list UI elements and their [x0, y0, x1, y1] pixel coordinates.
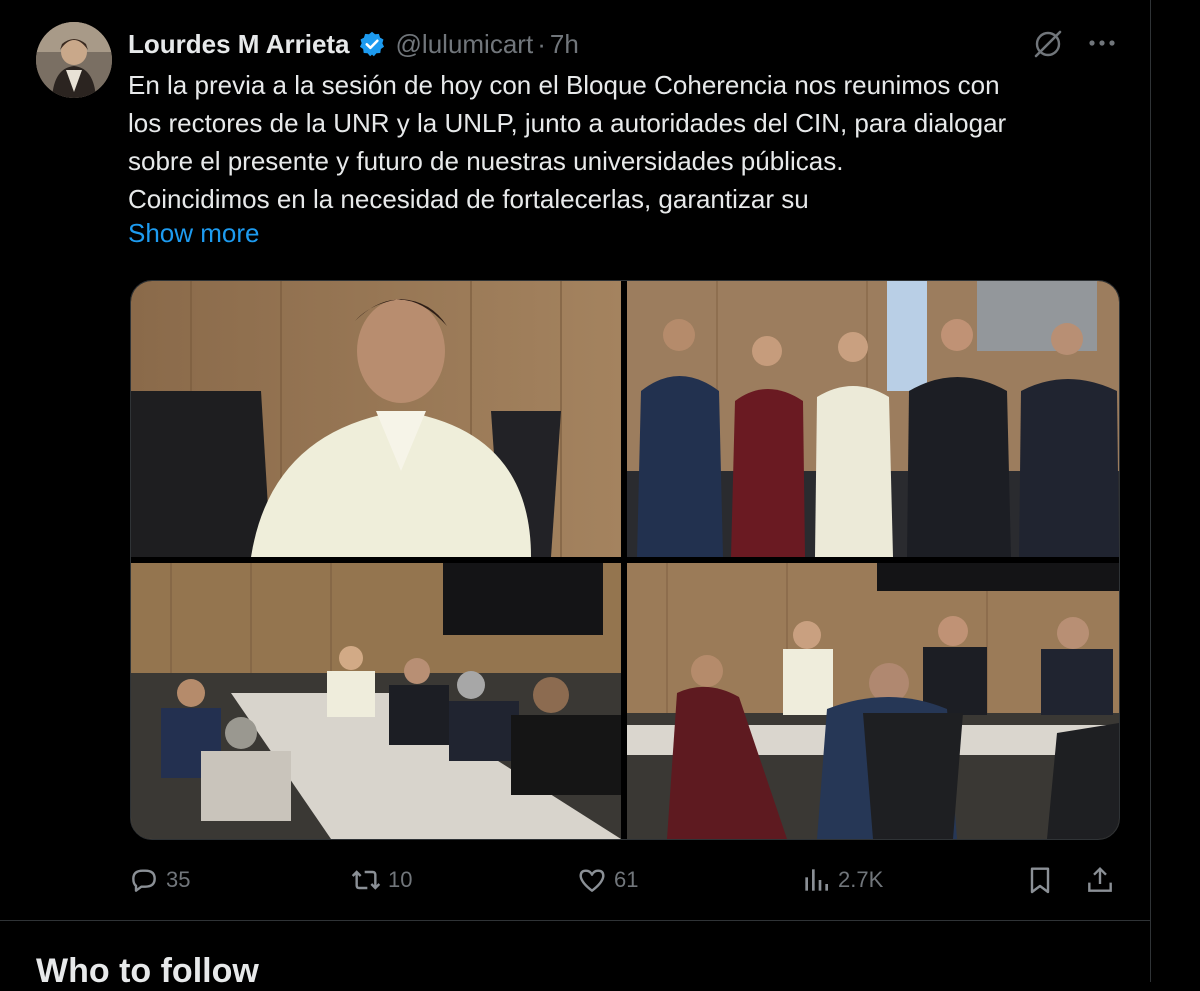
reply-button[interactable]: 35 — [128, 860, 190, 900]
bookmark-icon — [1030, 867, 1050, 894]
user-handle[interactable]: @lulumicart — [396, 29, 534, 60]
timeline-column: Lourdes M Arrieta @lulumicart · 7h En la… — [0, 0, 1151, 990]
tweet-actions: 35 10 61 2.7K — [128, 860, 1118, 900]
tweet-card[interactable]: Lourdes M Arrieta @lulumicart · 7h En la… — [0, 0, 1150, 921]
reply-icon — [132, 869, 156, 892]
more-icon[interactable] — [1082, 28, 1122, 58]
photo-woman-portrait[interactable] — [131, 281, 621, 557]
verified-badge-icon — [358, 30, 386, 58]
tweet-text: En la previa a la sesión de hoy con el B… — [128, 66, 1118, 218]
tweet-text-line: sobre el presente y futuro de nuestras u… — [128, 146, 844, 176]
heart-icon — [579, 869, 605, 892]
show-more-link[interactable]: Show more — [128, 218, 260, 249]
like-button[interactable]: 61 — [576, 860, 638, 900]
views-button[interactable]: 2.7K — [800, 860, 883, 900]
repost-button[interactable]: 10 — [350, 860, 412, 900]
tweet-timestamp[interactable]: 7h — [550, 29, 579, 60]
repost-count: 10 — [388, 867, 413, 892]
tweet-text-line: los rectores de la UNR y la UNLP, junto … — [128, 108, 1007, 138]
tweet-text-line: Coincidimos en la necesidad de fortalece… — [128, 184, 809, 214]
tweet-header: Lourdes M Arrieta @lulumicart · 7h — [128, 26, 579, 62]
like-count: 61 — [614, 867, 639, 892]
media-grid — [130, 280, 1120, 840]
photo-meeting-table-left[interactable] — [131, 563, 621, 839]
photo-group-standing[interactable] — [627, 281, 1119, 557]
who-to-follow-heading: Who to follow — [36, 952, 259, 990]
grok-icon[interactable] — [1030, 26, 1066, 62]
separator-dot: · — [537, 28, 546, 59]
bookmark-button[interactable] — [1024, 860, 1062, 900]
photo-meeting-table-right[interactable] — [627, 563, 1119, 839]
share-button[interactable] — [1084, 860, 1122, 900]
avatar-image — [36, 22, 112, 98]
reply-count: 35 — [166, 867, 191, 892]
tweet-text-line: En la previa a la sesión de hoy con el B… — [128, 70, 1000, 100]
views-icon — [805, 869, 828, 891]
display-name[interactable]: Lourdes M Arrieta — [128, 29, 350, 60]
repost-icon — [351, 870, 381, 890]
avatar[interactable] — [36, 22, 112, 98]
share-icon — [1088, 866, 1112, 892]
views-count: 2.7K — [838, 867, 884, 892]
